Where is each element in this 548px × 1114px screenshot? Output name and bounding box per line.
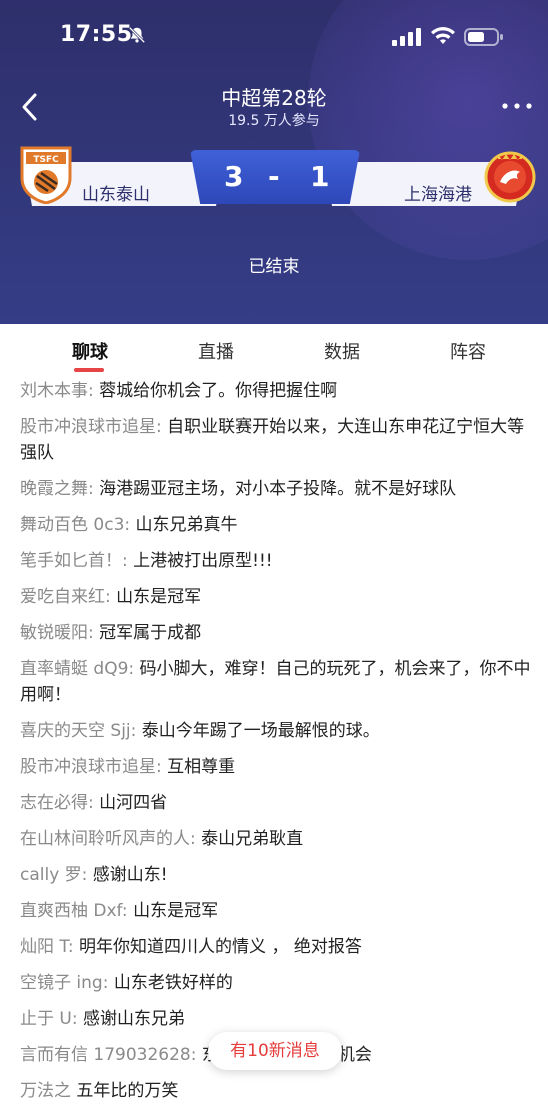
tab-stats[interactable]: 数据 [302,338,382,364]
chat-username[interactable]: 敏锐暖阳: [20,623,94,643]
chat-text: 山河四省 [93,793,168,813]
chat-message[interactable]: 舞动百色 0c3: 山东兄弟真牛 [20,512,534,538]
chat-message[interactable]: 晚霞之舞: 海港踢亚冠主场，对小本子投降。就不是好球队 [20,476,534,502]
chat-text: 海港踢亚冠主场，对小本子投降。就不是好球队 [93,479,457,499]
tab-lineup[interactable]: 阵容 [428,338,508,364]
match-title: 中超第28轮 [221,86,327,110]
battery-icon [464,28,503,46]
chat-text: 泰山今年踢了一场最解恨的球。 [136,721,380,741]
chat-username[interactable]: 刘木本事: [20,381,94,401]
chat-message[interactable]: 直率蜻蜓 dQ9: 码小脚大，难穿！自己的玩死了，机会来了，你不中用啊！ [20,656,534,708]
chat-text: 山东是冠军 [127,901,219,921]
chat-message[interactable]: 志在必得: 山河四省 [20,790,534,816]
tab-chat[interactable]: 聊球 [50,338,130,364]
chat-text: 蓉城给你机会了。你得把握住啊 [93,381,338,401]
chat-username[interactable]: 空镜子 ing: [20,973,108,993]
chat-text: 山东兄弟真牛 [130,515,238,535]
wifi-icon [431,27,455,44]
chat-message[interactable]: 敏锐暖阳: 冠军属于成都 [20,620,534,646]
chat-username[interactable]: 万法之 [20,1081,71,1101]
home-logo-lettering: TSFC [33,155,59,165]
match-status: 已结束 [248,257,300,277]
chat-text: 山东老铁好样的 [108,973,233,993]
chat-username[interactable]: 股市冲浪球市追星: [20,757,162,777]
chat-text: 山东是冠军 [110,587,202,607]
score-separator: - [268,160,280,193]
chat-text: 泰山兄弟耿直 [195,829,304,849]
chat-username[interactable]: 言而有信 179032628: [20,1045,196,1065]
chat-list[interactable]: 刘木本事: 蓉城给你机会了。你得把握住啊股市冲浪球市追星: 自职业联赛开始以来，… [20,378,534,1114]
chat-message[interactable]: 喜庆的天空 Sjj: 泰山今年踢了一场最解恨的球。 [20,718,534,744]
chat-username[interactable]: 股市冲浪球市追星: [20,417,162,437]
chat-username[interactable]: 直率蜻蜓 dQ9: [20,659,134,679]
new-messages-button[interactable]: 有10新消息 [208,1032,342,1070]
chat-message[interactable]: 灿阳 T: 明年你知道四川人的情义 ， 绝对报答 [20,934,534,960]
mute-bell-icon [128,26,146,44]
home-team-logo[interactable]: TSFC [20,146,72,204]
chat-username[interactable]: 志在必得: [20,793,94,813]
chat-message[interactable]: 直爽西柚 Dxf: 山东是冠军 [20,898,534,924]
participant-count: 19.5 万人参与 [228,113,320,129]
away-score: 1 [310,160,330,193]
chat-text: 明年你知道四川人的情义 ， 绝对报答 [73,937,362,957]
chat-username[interactable]: 在山林间聆听风声的人: [20,829,196,849]
match-tabs: 聊球 直播 数据 阵容 [0,324,548,376]
chat-text: 互相尊重 [161,757,236,777]
score-box: 3 - 1 [190,150,360,204]
chat-text: 上港被打出原型!!! [127,551,273,571]
chat-message[interactable]: 止于 U: 感谢山东兄弟 [20,1006,534,1032]
more-options-icon[interactable] [500,98,534,114]
chat-username[interactable]: 爱吃自来红: [20,587,111,607]
chat-text: 感谢山东兄弟 [77,1009,185,1029]
chat-username[interactable]: 止于 U: [20,1009,78,1029]
chat-username[interactable]: 笔手如匕首！: [20,551,128,571]
chat-message[interactable]: 股市冲浪球市追星: 自职业联赛开始以来，大连山东申花辽宁恒大等强队 [20,414,534,466]
chat-text: 五年比的万笑 [71,1081,179,1101]
chat-message[interactable]: 万法之 五年比的万笑 [20,1078,534,1104]
chat-message[interactable]: 爱吃自来红: 山东是冠军 [20,584,534,610]
chat-text: 感谢山东! [87,865,168,885]
chat-message[interactable]: cally 罗: 感谢山东! [20,862,534,888]
chat-message[interactable]: 在山林间聆听风声的人: 泰山兄弟耿直 [20,826,534,852]
chat-text: 冠军属于成都 [93,623,202,643]
status-bar: 17:55 [0,0,548,70]
chat-message[interactable]: 笔手如匕首！: 上港被打出原型!!! [20,548,534,574]
chat-username[interactable]: cally 罗: [20,865,87,885]
chat-username[interactable]: 晚霞之舞: [20,479,94,499]
tab-live[interactable]: 直播 [176,338,256,364]
away-team-logo[interactable] [484,148,536,204]
chat-username[interactable]: 喜庆的天空 Sjj: [20,721,136,741]
chat-username[interactable]: 灿阳 T: [20,937,74,957]
chat-username[interactable]: 直爽西柚 Dxf: [20,901,128,921]
status-time: 17:55 [60,22,133,47]
chat-message[interactable]: 空镜子 ing: 山东老铁好样的 [20,970,534,996]
home-score: 3 [224,160,244,193]
active-tab-indicator [74,368,104,372]
away-team-name: 上海海港 [404,185,472,205]
home-team-name: 山东泰山 [82,185,150,205]
chat-username[interactable]: 舞动百色 0c3: [20,515,130,535]
chat-message[interactable]: 刘木本事: 蓉城给你机会了。你得把握住啊 [20,378,534,404]
match-header: 17:55 中超第28轮 19.5 万人参与 3 - 1 TSFC 山东泰山 上… [0,0,548,324]
cellular-signal-icon [392,28,421,46]
chat-message[interactable]: 股市冲浪球市追星: 互相尊重 [20,754,534,780]
